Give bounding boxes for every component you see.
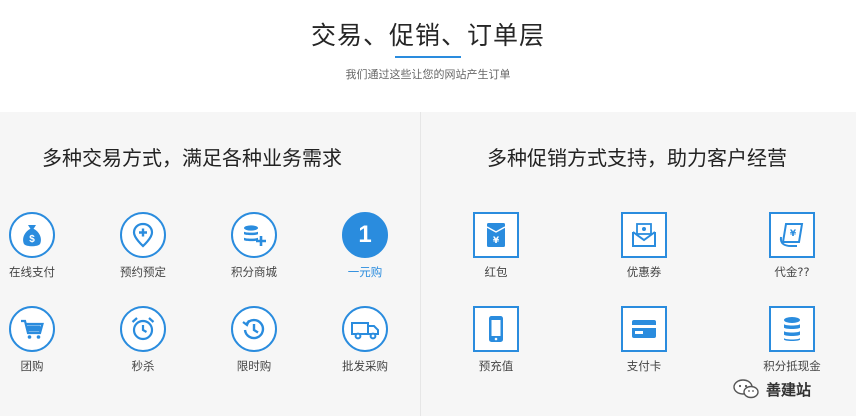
section-header: 交易、促销、订单层 我们通过这些让您的网站产生订单 xyxy=(0,0,856,112)
svg-text:¥: ¥ xyxy=(493,236,500,246)
promo-item-payment-card[interactable]: 支付卡 xyxy=(604,306,684,374)
location-plus-icon xyxy=(120,212,166,258)
promo-item-coupon[interactable]: 优惠券 xyxy=(604,212,684,280)
voucher-icon: ¥ xyxy=(769,212,815,258)
coin-stack-icon xyxy=(769,306,815,352)
money-bag-icon: $ xyxy=(9,212,55,258)
trade-item-flash-sale[interactable]: 秒杀 xyxy=(103,306,183,374)
svg-text:¥: ¥ xyxy=(790,229,797,239)
trade-item-online-payment[interactable]: $ 在线支付 xyxy=(0,212,72,280)
number-one-icon: 1 xyxy=(342,212,388,258)
svg-text:$: $ xyxy=(29,234,35,245)
promo-item-red-envelope[interactable]: ¥ 红包 xyxy=(456,212,536,280)
page-title: 交易、促销、订单层 xyxy=(310,21,545,50)
trade-item-label: 秒杀 xyxy=(131,359,155,373)
trade-item-label: 团购 xyxy=(20,359,44,373)
wechat-watermark: 善建站 xyxy=(732,376,811,402)
shopping-cart-icon xyxy=(9,306,55,352)
promotion-methods-title: 多种促销方式支持，助力客户经营 xyxy=(487,146,787,170)
coupon-envelope-icon xyxy=(621,212,667,258)
promo-item-label: 红包 xyxy=(484,265,508,279)
trade-item-label: 限时购 xyxy=(236,359,272,373)
wechat-icon xyxy=(733,379,759,399)
payment-card-icon xyxy=(621,306,667,352)
trade-item-limited-time[interactable]: 限时购 xyxy=(214,306,294,374)
trade-item-group-buy[interactable]: 团购 xyxy=(0,306,72,374)
trade-item-reservation[interactable]: 预约预定 xyxy=(103,212,183,280)
trade-item-label: 预约预定 xyxy=(120,265,166,279)
trade-item-label: 一元购 xyxy=(347,265,383,279)
trade-methods-title: 多种交易方式，满足各种业务需求 xyxy=(42,146,342,170)
promo-item-label: 预充值 xyxy=(478,359,514,373)
trade-item-points-mall[interactable]: 积分商城 xyxy=(214,212,294,280)
history-clock-icon xyxy=(231,306,277,352)
title-underline xyxy=(395,56,461,58)
watermark-text: 善建站 xyxy=(766,380,812,399)
promo-item-prepaid[interactable]: 预充值 xyxy=(456,306,536,374)
trade-item-label: 批发采购 xyxy=(342,359,388,373)
promo-item-points-cash[interactable]: 积分抵现金 xyxy=(752,306,832,374)
promotion-methods-panel: 多种促销方式支持，助力客户经营 ¥ 红包 优惠券 ¥ 代金?? 预充值 支付卡 xyxy=(421,112,856,416)
promo-item-voucher[interactable]: ¥ 代金?? xyxy=(752,212,832,280)
trade-item-wholesale[interactable]: 批发采购 xyxy=(325,306,405,374)
trade-methods-panel: 多种交易方式，满足各种业务需求 $ 在线支付 预约预定 积分商城 1 一元购 团… xyxy=(0,112,420,416)
coin-stack-plus-icon xyxy=(231,212,277,258)
red-envelope-icon: ¥ xyxy=(473,212,519,258)
promo-item-label: 优惠券 xyxy=(626,265,662,279)
trade-item-label: 积分商城 xyxy=(231,265,277,279)
promo-item-label: 代金?? xyxy=(774,265,810,279)
mobile-phone-icon xyxy=(473,306,519,352)
promo-item-label: 支付卡 xyxy=(626,359,662,373)
alarm-clock-icon xyxy=(120,306,166,352)
promo-item-label: 积分抵现金 xyxy=(763,359,821,373)
trade-item-label: 在线支付 xyxy=(9,265,55,279)
page-subtitle: 我们通过这些让您的网站产生订单 xyxy=(345,68,511,81)
trade-item-one-yuan[interactable]: 1 一元购 xyxy=(325,212,405,280)
truck-icon xyxy=(342,306,388,352)
